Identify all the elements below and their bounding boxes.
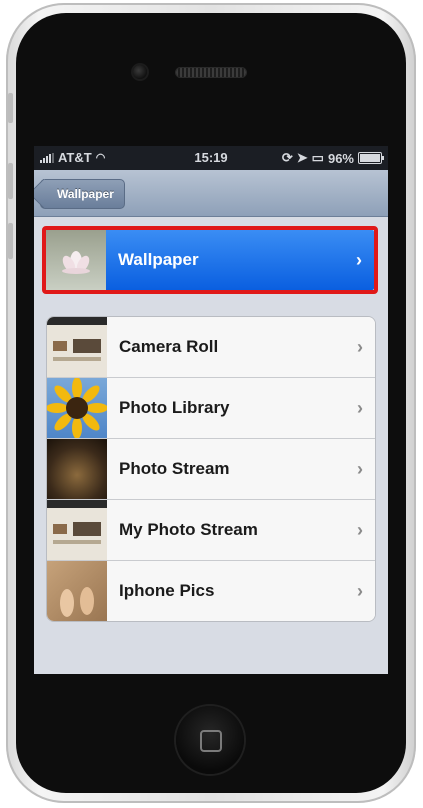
iphone-pics-thumbnail	[47, 561, 107, 621]
sunflower-icon	[47, 378, 107, 438]
album-label: Iphone Pics	[119, 581, 215, 600]
album-row-photo-library[interactable]: Photo Library ›	[47, 378, 375, 439]
lotus-icon	[62, 251, 90, 274]
album-label: Photo Stream	[119, 459, 230, 478]
feet-photo-icon	[60, 587, 94, 617]
home-square-icon	[200, 730, 222, 752]
album-label: Photo Library	[119, 398, 230, 417]
wallpaper-row-label: Wallpaper	[118, 250, 199, 269]
album-row-photo-stream[interactable]: Photo Stream ›	[47, 439, 375, 500]
volume-down-button	[8, 223, 13, 259]
battery-fill	[360, 154, 380, 162]
album-row-camera-roll[interactable]: Camera Roll ›	[47, 317, 375, 378]
airplay-icon: ▭	[311, 150, 324, 165]
photo-library-thumbnail	[47, 378, 107, 438]
album-row-my-photo-stream[interactable]: My Photo Stream ›	[47, 500, 375, 561]
camera-roll-thumbnail	[47, 317, 107, 377]
wallpaper-row[interactable]: Wallpaper ›	[46, 230, 374, 290]
home-button[interactable]	[176, 706, 244, 774]
album-label: My Photo Stream	[119, 520, 258, 539]
album-row-iphone-pics[interactable]: Iphone Pics ›	[47, 561, 375, 621]
status-right: ⟳ ➤ ▭ 96%	[281, 150, 384, 166]
rotation-lock-icon: ⟳	[281, 150, 293, 165]
chevron-right-icon: ›	[356, 249, 362, 270]
chevron-right-icon: ›	[357, 580, 363, 601]
earpiece-speaker	[176, 68, 246, 77]
front-camera	[133, 65, 147, 79]
my-photo-stream-thumbnail	[47, 500, 107, 560]
location-icon: ➤	[296, 150, 308, 165]
mute-switch	[8, 93, 13, 123]
status-bar: AT&T ◠ 15:19 ⟳ ➤ ▭ 96%	[34, 146, 388, 170]
volume-up-button	[8, 163, 13, 199]
lotus-thumbnail	[46, 230, 106, 290]
chevron-right-icon: ›	[357, 336, 363, 357]
screen: AT&T ◠ 15:19 ⟳ ➤ ▭ 96% Wallpaper Wallpap…	[34, 146, 388, 674]
battery-percent: 96%	[327, 150, 354, 166]
photo-stream-thumbnail	[47, 439, 107, 499]
chevron-right-icon: ›	[357, 397, 363, 418]
chevron-right-icon: ›	[357, 458, 363, 479]
album-list: Camera Roll › Photo Library › Photo Stre…	[46, 316, 376, 622]
battery-icon	[358, 152, 384, 164]
back-button-label: Wallpaper	[57, 187, 114, 201]
chevron-right-icon: ›	[357, 519, 363, 540]
album-label: Camera Roll	[119, 337, 219, 356]
back-button[interactable]: Wallpaper	[40, 179, 125, 209]
navigation-bar: Wallpaper	[34, 170, 388, 217]
